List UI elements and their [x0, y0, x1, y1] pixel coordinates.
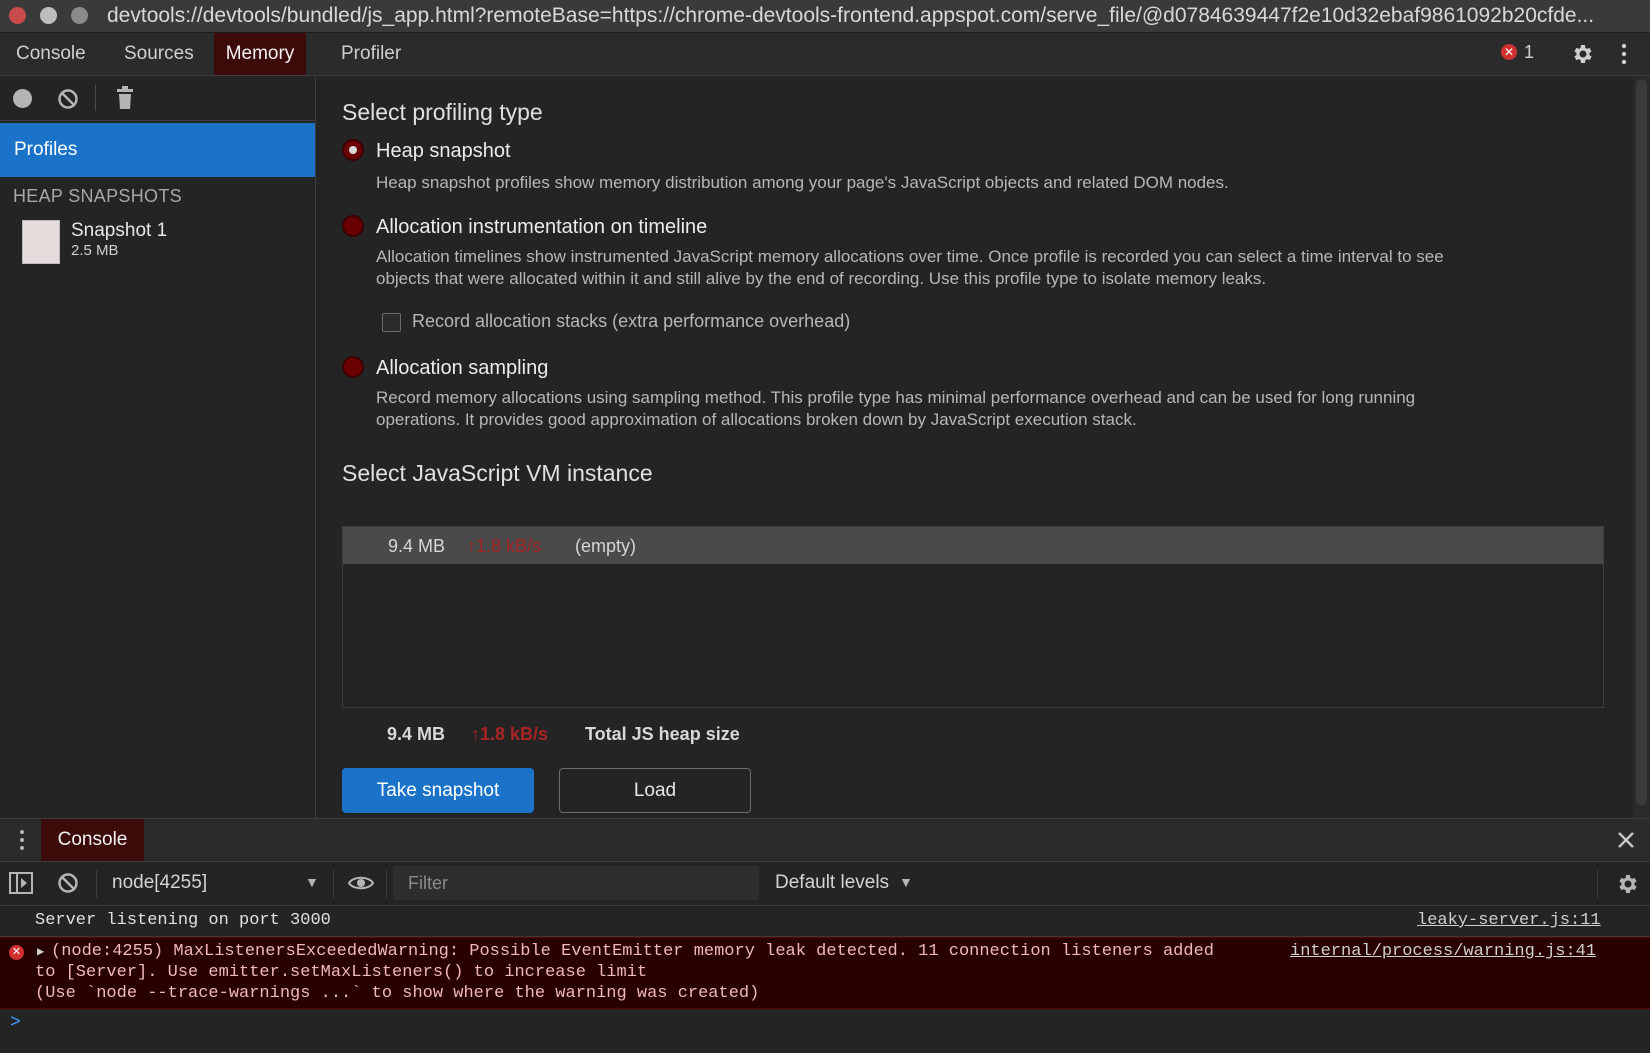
title-bar: devtools://devtools/bundled/js_app.html?…	[0, 0, 1650, 33]
error-message-line1: (node:4255) MaxListenersExceededWarning:…	[51, 942, 1214, 961]
heap-snapshot-radio[interactable]	[342, 139, 364, 161]
close-window-icon[interactable]	[9, 7, 26, 24]
toolbar-divider	[95, 85, 96, 111]
tab-console[interactable]: Console	[0, 33, 102, 75]
error-count[interactable]: 1	[1524, 42, 1534, 63]
log-levels-dropdown[interactable]: Default levels	[775, 872, 889, 894]
window-url: devtools://devtools/bundled/js_app.html?…	[107, 4, 1595, 27]
error-message-line3: (Use `node --trace-warnings ...` to show…	[35, 984, 760, 1003]
log-source-link[interactable]: leaky-server.js:11	[1417, 911, 1601, 930]
snapshot-list-item[interactable]: Snapshot 1 2.5 MB	[22, 218, 312, 266]
main-tab-bar: Console Sources Memory Profiler ✕ 1	[0, 33, 1650, 76]
error-message-line2: to [Server]. Use emitter.setMaxListeners…	[35, 963, 648, 982]
drawer-tab-console[interactable]: Console	[41, 819, 144, 861]
allocation-timeline-description-line1: Allocation timelines show instrumented J…	[376, 247, 1444, 266]
vm-instance-row[interactable]: 9.4 MB ↑1.8 kB/s (empty)	[343, 527, 1603, 564]
context-selector[interactable]: node[4255]	[112, 872, 207, 894]
tab-profiler[interactable]: Profiler	[325, 33, 417, 75]
zoom-window-icon[interactable]	[71, 7, 88, 24]
heap-snapshot-description: Heap snapshot profiles show memory distr…	[376, 173, 1229, 192]
tab-memory[interactable]: Memory	[214, 33, 306, 75]
toolbar-divider	[96, 870, 97, 898]
tab-sources[interactable]: Sources	[108, 33, 210, 75]
profiles-item[interactable]: Profiles	[0, 123, 315, 177]
log-message-text: Server listening on port 3000	[35, 911, 331, 930]
total-heap-rate: ↑1.8 kB/s	[471, 724, 549, 744]
snapshot-name: Snapshot 1	[71, 220, 168, 241]
close-drawer-icon[interactable]	[1617, 831, 1635, 849]
allocation-sampling-radio[interactable]	[342, 356, 364, 378]
vm-instance-title: Select JavaScript VM instance	[342, 460, 653, 486]
allocation-timeline-radio[interactable]	[342, 215, 364, 237]
allocation-sampling-description-line2: operations. It provides good approximati…	[376, 410, 1137, 429]
vm-instance-rate: ↑1.8 kB/s	[467, 536, 542, 556]
heap-snapshots-section-title: HEAP SNAPSHOTS	[13, 186, 182, 206]
record-stacks-label[interactable]: Record allocation stacks (extra performa…	[412, 310, 850, 332]
snapshot-size: 2.5 MB	[71, 242, 119, 259]
clear-console-icon[interactable]	[57, 872, 79, 894]
clear-icon[interactable]	[57, 88, 79, 110]
console-prompt[interactable]: >	[10, 1013, 21, 1033]
allocation-sampling-label[interactable]: Allocation sampling	[376, 357, 548, 380]
toolbar-divider	[1597, 870, 1598, 898]
error-icon[interactable]: ✕	[1501, 44, 1517, 60]
scrollbar-thumb[interactable]	[1636, 80, 1647, 805]
allocation-timeline-label[interactable]: Allocation instrumentation on timeline	[376, 216, 707, 239]
allocation-sampling-description-line1: Record memory allocations using sampling…	[376, 388, 1416, 407]
live-expression-eye-icon[interactable]	[348, 873, 374, 893]
record-icon[interactable]	[13, 89, 32, 108]
console-message-error: ✕ ▶ (node:4255) MaxListenersExceededWarn…	[0, 937, 1650, 1009]
settings-gear-icon[interactable]	[1570, 42, 1594, 66]
panel-scrollbar[interactable]	[1633, 76, 1650, 818]
profiling-type-title: Select profiling type	[342, 99, 543, 125]
vm-instance-name: (empty)	[575, 536, 637, 556]
sidebar-toggle-icon[interactable]	[9, 872, 33, 894]
load-button[interactable]: Load	[559, 768, 751, 813]
vm-instance-size: 9.4 MB	[388, 536, 446, 556]
more-options-icon[interactable]	[1620, 42, 1628, 66]
profiles-sidebar: Profiles HEAP SNAPSHOTS Snapshot 1 2.5 M…	[0, 76, 316, 818]
drawer-menu-icon[interactable]	[19, 828, 25, 852]
minimize-window-icon[interactable]	[40, 7, 57, 24]
take-snapshot-button[interactable]: Take snapshot	[342, 768, 534, 813]
allocation-timeline-description-line2: objects that were allocated within it an…	[376, 269, 1267, 288]
error-icon: ✕	[9, 945, 24, 960]
heap-snapshot-label[interactable]: Heap snapshot	[376, 140, 511, 163]
drawer-tab-bar: Console	[0, 818, 1650, 862]
total-heap-size: 9.4 MB	[387, 724, 446, 744]
sidebar-toolbar	[0, 76, 315, 121]
levels-dropdown-icon[interactable]: ▼	[899, 874, 913, 890]
total-heap-label: Total JS heap size	[585, 724, 740, 744]
vm-instance-list: 9.4 MB ↑1.8 kB/s (empty)	[342, 526, 1604, 708]
trash-icon[interactable]	[115, 86, 135, 110]
snapshot-icon	[22, 220, 60, 264]
console-filter-input[interactable]: Filter	[393, 866, 759, 900]
expand-triangle-icon[interactable]: ▶	[37, 944, 44, 959]
profile-launcher: Select profiling type Heap snapshot Heap…	[316, 76, 1633, 818]
context-dropdown-icon[interactable]: ▼	[305, 874, 319, 890]
error-source-link[interactable]: internal/process/warning.js:41	[1290, 942, 1596, 961]
console-message-log: Server listening on port 3000 leaky-serv…	[0, 906, 1650, 937]
console-settings-icon[interactable]	[1615, 872, 1639, 896]
toolbar-divider	[333, 870, 334, 898]
toolbar-divider	[386, 870, 387, 898]
record-stacks-checkbox[interactable]	[382, 313, 401, 332]
console-toolbar: node[4255] ▼ Filter Default levels ▼	[0, 862, 1650, 906]
